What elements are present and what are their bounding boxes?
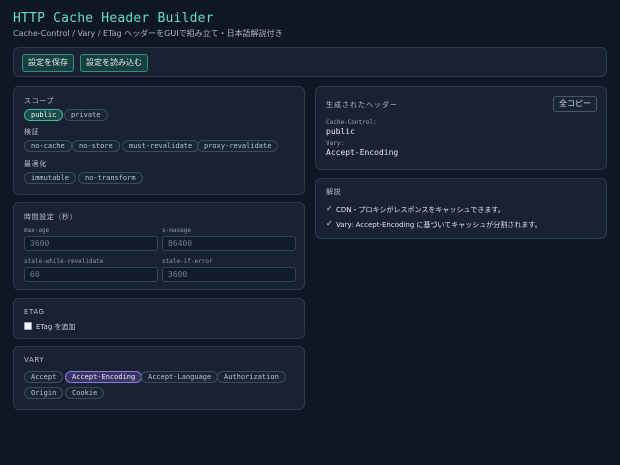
stale-if-error-label: stale-if-error — [162, 258, 213, 265]
validation-option-must-revalidate[interactable]: must-revalidate — [122, 140, 200, 152]
cache-control-name: Cache-Control: — [326, 119, 377, 126]
optimization-option-no-transform[interactable]: no-transform — [78, 172, 143, 184]
vary-option-cookie[interactable]: Cookie — [65, 387, 105, 399]
vary-value: Accept-Encoding — [326, 148, 399, 157]
app-subtitle: Cache-Control / Vary / ETag ヘッダーをGUIで組み立… — [13, 29, 283, 38]
etag-heading: ETAG — [24, 308, 45, 316]
stale-if-error-input[interactable]: 3600 — [162, 267, 296, 282]
toolbar: 設定を保存 設定を読み込む — [13, 47, 607, 77]
max-age-input[interactable]: 3600 — [24, 236, 158, 251]
scope-heading: スコープ — [24, 97, 54, 105]
explanation-heading: 解説 — [326, 188, 342, 196]
etag-checkbox[interactable] — [24, 322, 32, 330]
cache-control-value: public — [326, 127, 355, 136]
explanation-item: CDN・プロキシがレスポンスをキャッシュできます。 — [336, 206, 505, 214]
scope-option-private[interactable]: private — [64, 109, 108, 121]
validation-option-no-cache[interactable]: no-cache — [24, 140, 72, 152]
copy-all-button[interactable]: 全コピー — [553, 96, 597, 112]
etag-panel: ETAG ETag を追加 — [13, 298, 305, 339]
explanation-item: Vary: Accept-Encoding に基づいてキャッシュが分割されます。 — [336, 221, 542, 229]
optimization-heading: 最適化 — [24, 160, 47, 168]
explanation-panel: 解説 ✓ CDN・プロキシがレスポンスをキャッシュできます。 ✓ Vary: A… — [315, 178, 607, 239]
load-button[interactable]: 設定を読み込む — [80, 54, 148, 72]
validation-option-no-store[interactable]: no-store — [72, 140, 120, 152]
validation-option-proxy-revalidate[interactable]: proxy-revalidate — [197, 140, 279, 152]
s-maxage-label: s-maxage — [162, 227, 191, 234]
save-button[interactable]: 設定を保存 — [22, 54, 74, 72]
s-maxage-input[interactable]: 86400 — [162, 236, 296, 251]
vary-option-accept[interactable]: Accept — [24, 371, 64, 383]
vary-option-accept-language[interactable]: Accept-Language — [141, 371, 219, 383]
generated-headers-heading: 生成されたヘッダー — [326, 101, 398, 109]
validation-heading: 検証 — [24, 128, 40, 136]
vary-option-authorization[interactable]: Authorization — [217, 371, 286, 383]
stale-while-revalidate-label: stale-while-revalidate — [24, 258, 104, 265]
vary-option-accept-encoding[interactable]: Accept-Encoding — [65, 371, 143, 383]
stale-while-revalidate-input[interactable]: 60 — [24, 267, 158, 282]
max-age-label: max-age — [24, 227, 50, 234]
check-icon: ✓ — [326, 204, 333, 213]
optimization-option-immutable[interactable]: immutable — [24, 172, 76, 184]
time-settings-panel: 時間設定（秒） max-age 3600 s-maxage 86400 stal… — [13, 202, 305, 290]
etag-checkbox-label[interactable]: ETag を追加 — [36, 322, 76, 332]
time-heading: 時間設定（秒） — [24, 213, 78, 221]
check-icon: ✓ — [326, 219, 333, 228]
scope-option-public[interactable]: public — [24, 109, 64, 121]
vary-name: Vary: — [326, 140, 345, 147]
vary-option-origin[interactable]: Origin — [24, 387, 64, 399]
vary-heading: VARY — [24, 356, 45, 364]
generated-headers-panel: 生成されたヘッダー 全コピー Cache-Control: public Var… — [315, 86, 607, 170]
scope-panel: スコープ public private 検証 no-cache no-store… — [13, 86, 305, 195]
vary-panel: VARY Accept Accept-Encoding Accept-Langu… — [13, 346, 305, 410]
app-title: HTTP Cache Header Builder — [13, 11, 214, 26]
